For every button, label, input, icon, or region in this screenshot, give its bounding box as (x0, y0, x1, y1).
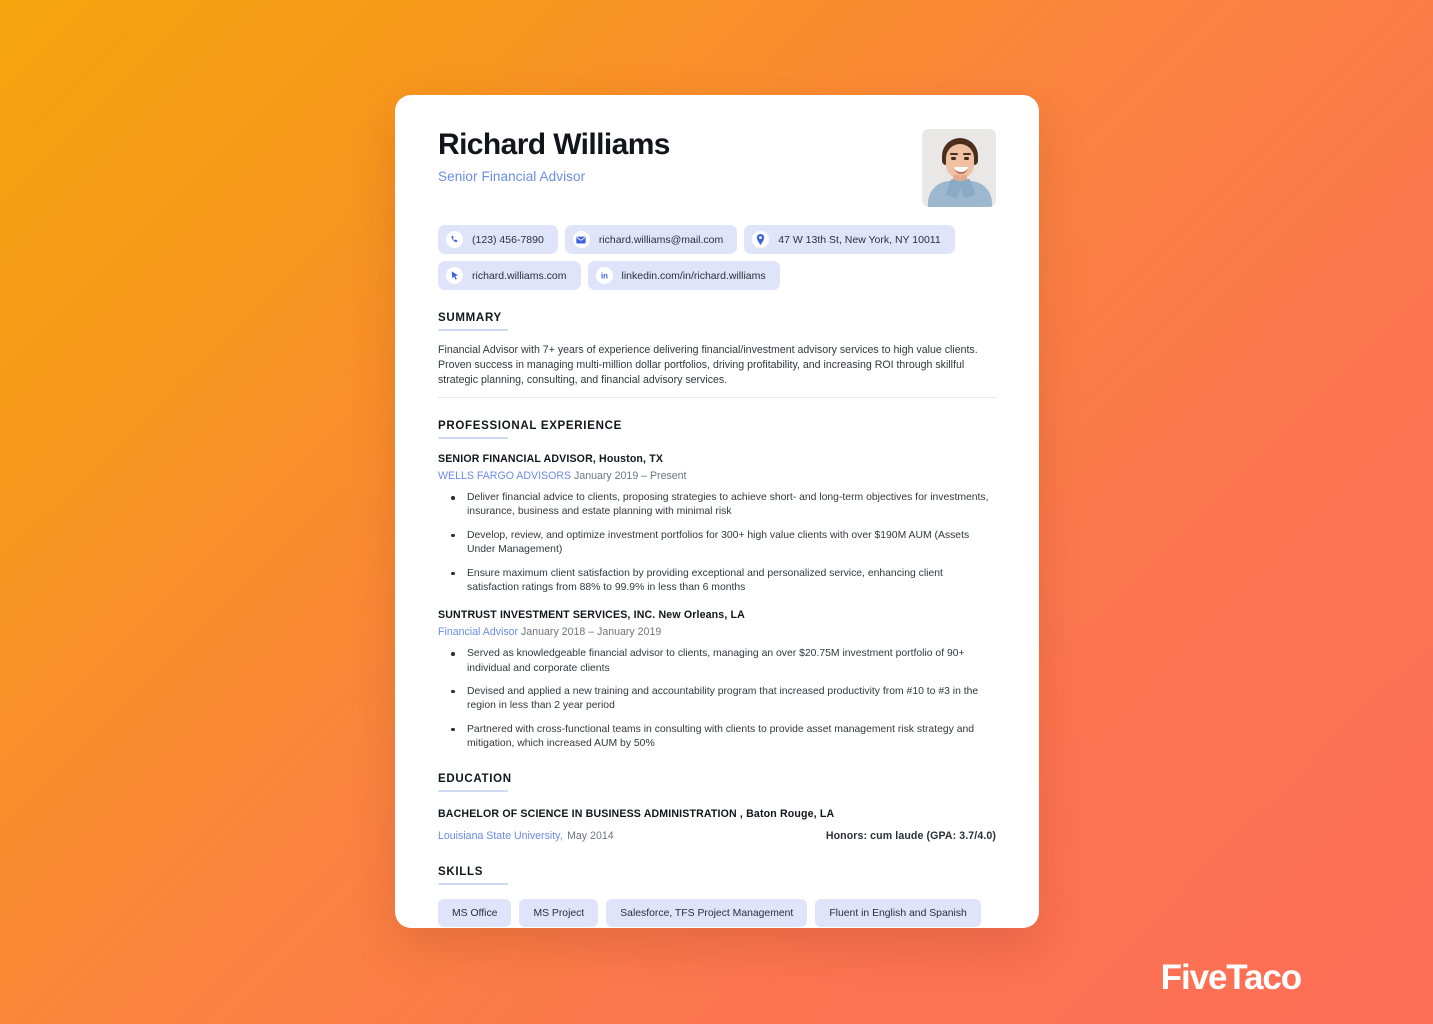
job-bullet: Devised and applied a new training and a… (438, 685, 996, 714)
skills-heading: SKILLS (438, 866, 484, 879)
svg-text:in: in (601, 272, 608, 281)
education-school: Louisiana State University, (438, 830, 563, 843)
job-heading: SUNTRUST INVESTMENT SERVICES, INC. New O… (438, 609, 745, 622)
contact-linkedin[interactable]: in linkedin.com/in/richard.williams (587, 261, 780, 290)
job-bullet: Ensure maximum client satisfaction by pr… (438, 567, 996, 596)
job-bullet: Partnered with cross-functional teams in… (438, 723, 996, 752)
contact-row-2: richard.williams.com in linkedin.com/in/… (438, 261, 996, 290)
experience-item: SENIOR FINANCIAL ADVISOR, Houston, TX WE… (438, 453, 996, 595)
contact-email-value: richard.williams@mail.com (598, 233, 724, 246)
contact-website[interactable]: richard.williams.com (438, 261, 581, 290)
education-item: BACHELOR OF SCIENCE IN BUSINESS ADMINIST… (438, 808, 996, 844)
job-bullet: Served as knowledgeable financial adviso… (438, 647, 996, 676)
contact-info: (123) 456-7890 richard.williams@mail.com… (438, 225, 996, 290)
skill-item[interactable]: MS Office (438, 899, 512, 928)
experience-item: SUNTRUST INVESTMENT SERVICES, INC. New O… (438, 609, 996, 751)
job-dates: January 2019 – Present (574, 470, 687, 483)
avatar (922, 129, 996, 207)
candidate-job-title: Senior Financial Advisor (438, 168, 586, 184)
email-icon (572, 231, 590, 248)
contact-phone-value: (123) 456-7890 (472, 233, 544, 246)
job-heading: SENIOR FINANCIAL ADVISOR, Houston, TX (438, 453, 664, 466)
experience-heading-rule (438, 437, 508, 440)
resume-card: Richard Williams Senior Financial Adviso… (395, 95, 1039, 928)
summary-heading: SUMMARY (438, 312, 502, 324)
contact-website-value: richard.williams.com (472, 269, 567, 282)
job-company: Financial Advisor (438, 626, 519, 639)
education-date: May 2014 (567, 830, 614, 843)
summary-text: Financial Advisor with 7+ years of exper… (438, 344, 978, 387)
cursor-icon (446, 267, 463, 284)
education-left: Louisiana State University, May 2014 (438, 826, 614, 844)
contact-linkedin-value: linkedin.com/in/richard.williams (621, 269, 766, 282)
job-company: WELLS FARGO ADVISORS (438, 470, 572, 483)
section-education: EDUCATION BACHELOR OF SCIENCE IN BUSINES… (438, 773, 996, 844)
contact-row-1: (123) 456-7890 richard.williams@mail.com… (438, 225, 996, 254)
job-meta: Financial Advisor January 2018 – January… (438, 626, 996, 638)
summary-divider (438, 397, 996, 399)
linkedin-icon: in (595, 267, 613, 284)
contact-address[interactable]: 47 W 13th St, New York, NY 10011 (744, 225, 955, 254)
identity-block: Richard Williams Senior Financial Adviso… (438, 129, 670, 184)
experience-heading: PROFESSIONAL EXPERIENCE (438, 420, 622, 433)
education-honors: Honors: cum laude (GPA: 3.7/4.0) (825, 830, 996, 843)
section-experience: PROFESSIONAL EXPERIENCE SENIOR FINANCIAL… (438, 420, 996, 751)
skills-list: MS Office MS Project Salesforce, TFS Pro… (438, 899, 996, 928)
resume-header: Richard Williams Senior Financial Adviso… (438, 129, 996, 207)
job-bullet: Deliver financial advice to clients, pro… (438, 491, 996, 520)
skill-item[interactable]: Salesforce, TFS Project Management (606, 899, 808, 928)
skill-item[interactable]: MS Project (519, 899, 599, 928)
education-meta: Louisiana State University, May 2014 Hon… (438, 826, 996, 844)
contact-email[interactable]: richard.williams@mail.com (564, 225, 738, 254)
education-heading: EDUCATION (438, 773, 512, 786)
skills-heading-rule (438, 883, 508, 886)
job-bullets: Deliver financial advice to clients, pro… (438, 491, 996, 595)
job-dates: January 2018 – January 2019 (521, 626, 662, 639)
section-summary: SUMMARY Financial Advisor with 7+ years … (438, 312, 996, 399)
section-skills: SKILLS MS Office MS Project Salesforce, … (438, 866, 996, 928)
education-heading-rule (438, 790, 508, 793)
location-pin-icon (752, 231, 770, 248)
contact-address-value: 47 W 13th St, New York, NY 10011 (778, 233, 941, 246)
job-meta: WELLS FARGO ADVISORS January 2019 – Pres… (438, 470, 996, 482)
skill-item[interactable]: Fluent in English and Spanish (815, 899, 981, 928)
education-degree: BACHELOR OF SCIENCE IN BUSINESS ADMINIST… (438, 808, 835, 821)
candidate-name: Richard Williams (438, 128, 670, 161)
fivetaco-watermark: FiveTaco (1160, 958, 1302, 997)
summary-heading-rule (438, 329, 508, 331)
job-bullets: Served as knowledgeable financial adviso… (438, 647, 996, 751)
job-bullet: Develop, review, and optimize investment… (438, 529, 996, 558)
contact-phone[interactable]: (123) 456-7890 (438, 225, 558, 254)
phone-icon (446, 231, 463, 248)
